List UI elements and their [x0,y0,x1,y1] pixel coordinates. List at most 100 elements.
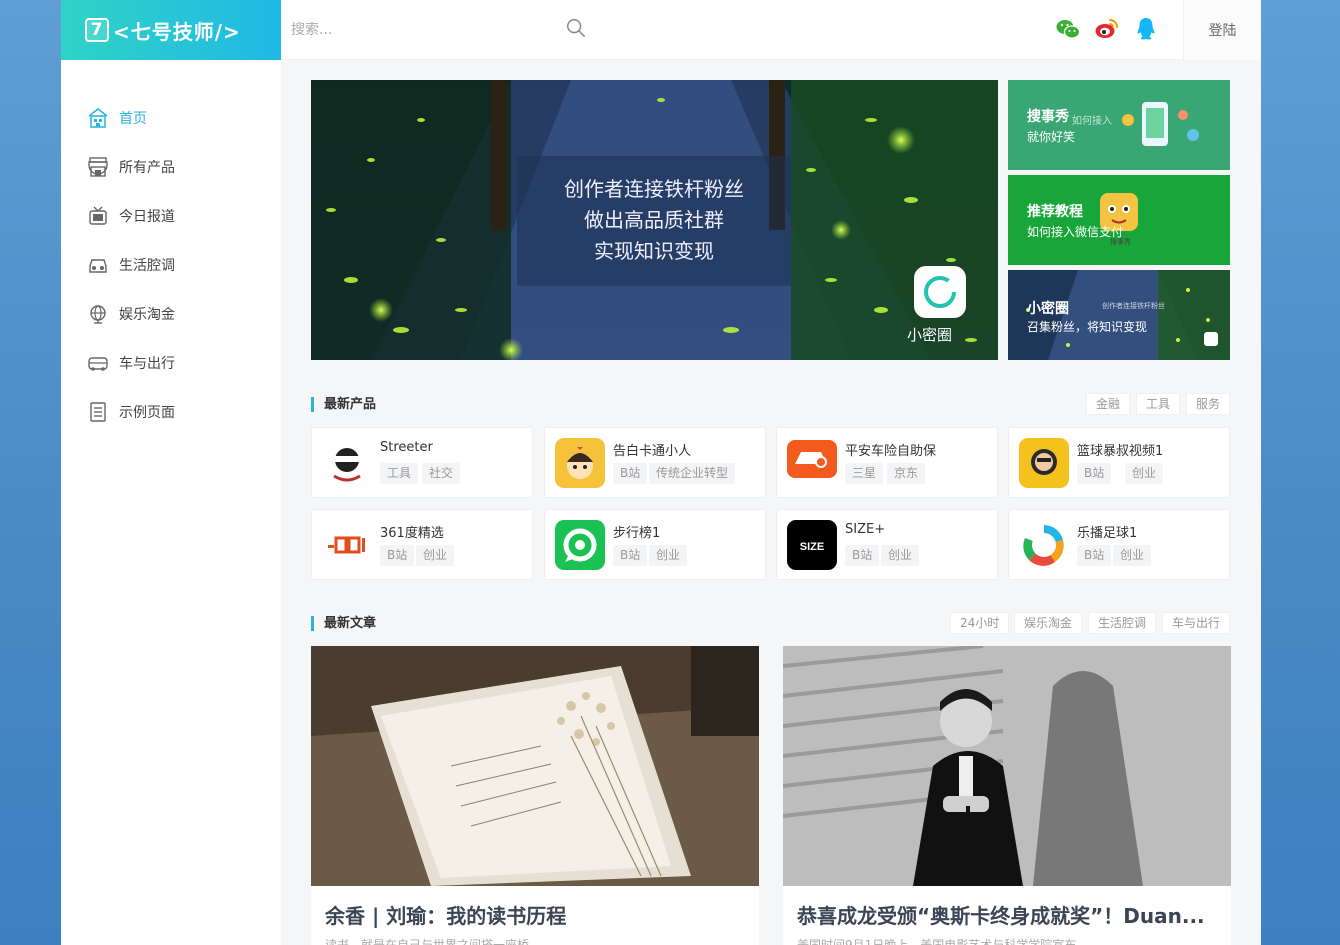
sidebar-item-news[interactable]: 今日报道 [87,201,257,231]
sidebar-item-entertainment[interactable]: 娱乐淘金 [87,299,257,329]
banner-app-label: 小密圈 [907,326,953,344]
filter-entertainment[interactable]: 娱乐淘金 [1014,612,1083,634]
product-icon: SIZE [787,520,837,570]
app-shell: 7 <七号技师/> 登陆 首页 [61,0,1261,945]
product-icon [322,438,372,488]
product-name: 步行榜1 [613,526,661,541]
wechat-icon[interactable] [1055,16,1081,42]
tv-icon [89,206,107,225]
sidebar-item-travel[interactable]: 车与出行 [87,348,257,378]
section-title-products: 最新产品 [311,397,376,412]
filter-finance[interactable]: 金融 [1086,393,1131,415]
product-tag: 社交 [422,463,461,484]
product-card[interactable]: 361度精选 B站 创业 [311,509,533,580]
product-name: 平安车险自助保 [845,444,937,459]
product-card[interactable]: 平安车险自助保 三星 京东 [776,427,998,498]
side-card-aside: 如何接入 [1072,116,1112,127]
article-title: 恭喜成龙受颁“奥斯卡终身成就奖”！Duan... [797,904,1205,928]
sidebar-item-label: 今日报道 [119,209,175,225]
product-card[interactable]: SIZE SIZE+ B站 创业 [776,509,998,580]
side-card-aside: 搜事秀 [1110,238,1131,246]
product-name: SIZE+ [845,522,886,537]
filter-24h[interactable]: 24小时 [950,612,1010,634]
sidebar-item-products[interactable]: 所有产品 [87,152,257,182]
document-icon [90,402,106,422]
side-card-xiaomiquan[interactable]: 小密圈 召集粉丝，将知识变现 创作者连接铁杆粉丝 [1008,270,1230,360]
product-tag: 创业 [1113,545,1152,566]
search-icon[interactable] [565,17,587,39]
article-title: 余香 | 刘瑜：我的读书历程 [325,904,567,928]
product-tag: 创业 [881,545,920,566]
product-card[interactable]: 步行榜1 B站 创业 [544,509,766,580]
logo-mark: 7 [85,18,109,42]
filter-tools[interactable]: 工具 [1136,393,1181,415]
filter-travel[interactable]: 车与出行 [1162,612,1231,634]
product-icon [787,438,837,488]
sidebar-item-life[interactable]: 生活腔调 [87,250,257,280]
banner-line: 创作者连接铁杆粉丝 [564,177,744,201]
article-excerpt: 美国时间9月1日晚上，美国电影艺术与科学学院宣布。 [797,938,1089,945]
side-card-tutorial[interactable]: 推荐教程 如何接入微信支付 搜事秀 [1008,175,1230,265]
product-icon [1019,520,1069,570]
sidebar-item-home[interactable]: 首页 [87,103,257,133]
side-card-title: 小密圈 [1027,301,1069,317]
product-tag: 三星 [845,463,884,484]
product-name: 告白卡通小人 [613,444,692,459]
product-tag: 传统企业转型 [649,463,736,484]
filter-life[interactable]: 生活腔调 [1088,612,1157,634]
product-card[interactable]: Streeter 工具 社交 [311,427,533,498]
sidebar-item-label: 生活腔调 [119,258,175,274]
store-icon [88,157,108,177]
product-card[interactable]: 篮球暴叔视频1 B站 创业 [1008,427,1230,498]
article-card[interactable]: 恭喜成龙受颁“奥斯卡终身成就奖”！Duan... 美国时间9月1日晚上，美国电影… [783,646,1231,945]
product-tag: B站 [1077,463,1112,484]
sidebar: 首页 所有产品 今日报道 生活腔调 娱乐淘金 车与出行 示例页面 [61,60,281,945]
product-tag: B站 [1077,545,1112,566]
product-name: 361度精选 [380,526,444,541]
bus-icon [88,357,108,371]
top-bar: 登陆 [281,0,1261,60]
side-card-aside: 创作者连接铁杆粉丝 [1102,302,1165,310]
product-name: 篮球暴叔视频1 [1077,444,1164,459]
product-icon [1019,438,1069,488]
product-tag: B站 [613,463,648,484]
section-title-articles: 最新文章 [311,616,376,631]
sidebar-item-label: 车与出行 [119,356,175,372]
logo-text: <七号技师/> [113,19,241,44]
hero-banner[interactable]: 创作者连接铁杆粉丝 做出高品质社群 实现知识变现 小密圈 [311,80,998,360]
product-icon [322,520,372,570]
sidebar-item-label: 娱乐淘金 [119,307,175,323]
weibo-icon[interactable] [1094,16,1120,42]
side-card-title: 推荐教程 [1027,204,1083,220]
filter-services[interactable]: 服务 [1186,393,1231,415]
product-tag: B站 [845,545,880,566]
site-logo[interactable]: 7 <七号技师/> [61,0,281,60]
product-name: 乐播足球1 [1077,526,1138,541]
qq-icon[interactable] [1133,16,1159,42]
product-card[interactable]: 告白卡通小人 B站 传统企业转型 [544,427,766,498]
car-front-icon [89,259,107,273]
product-tag: 创业 [416,545,455,566]
search-input[interactable] [291,14,591,46]
article-excerpt: 读书，就是在自己与世界之间搭一座桥。 [325,938,542,945]
sidebar-item-label: 首页 [119,111,147,127]
banner-caption: 创作者连接铁杆粉丝 做出高品质社群 实现知识变现 [517,156,791,286]
product-tag: B站 [613,545,648,566]
product-card[interactable]: 乐播足球1 B站 创业 [1008,509,1230,580]
xiaomiquan-logo [914,266,966,318]
side-card-subtitle: 召集粉丝，将知识变现 [1027,320,1148,334]
product-tag: 创业 [1125,463,1164,484]
product-icon [555,520,605,570]
article-card[interactable]: 余香 | 刘瑜：我的读书历程 读书，就是在自己与世界之间搭一座桥。 [311,646,759,945]
product-tag: 工具 [380,463,419,484]
login-button[interactable]: 登陆 [1183,0,1261,60]
side-card-soushixiu[interactable]: 搜事秀 就你好笑 如何接入 [1008,80,1230,170]
home-icon [88,108,108,128]
sidebar-item-label: 所有产品 [119,160,175,176]
banner-line: 实现知识变现 [594,239,714,263]
sidebar-item-label: 示例页面 [119,405,175,421]
product-tag: 京东 [887,463,926,484]
product-tag: B站 [380,545,415,566]
sidebar-item-sample[interactable]: 示例页面 [87,397,257,427]
ring-icon [924,276,956,308]
